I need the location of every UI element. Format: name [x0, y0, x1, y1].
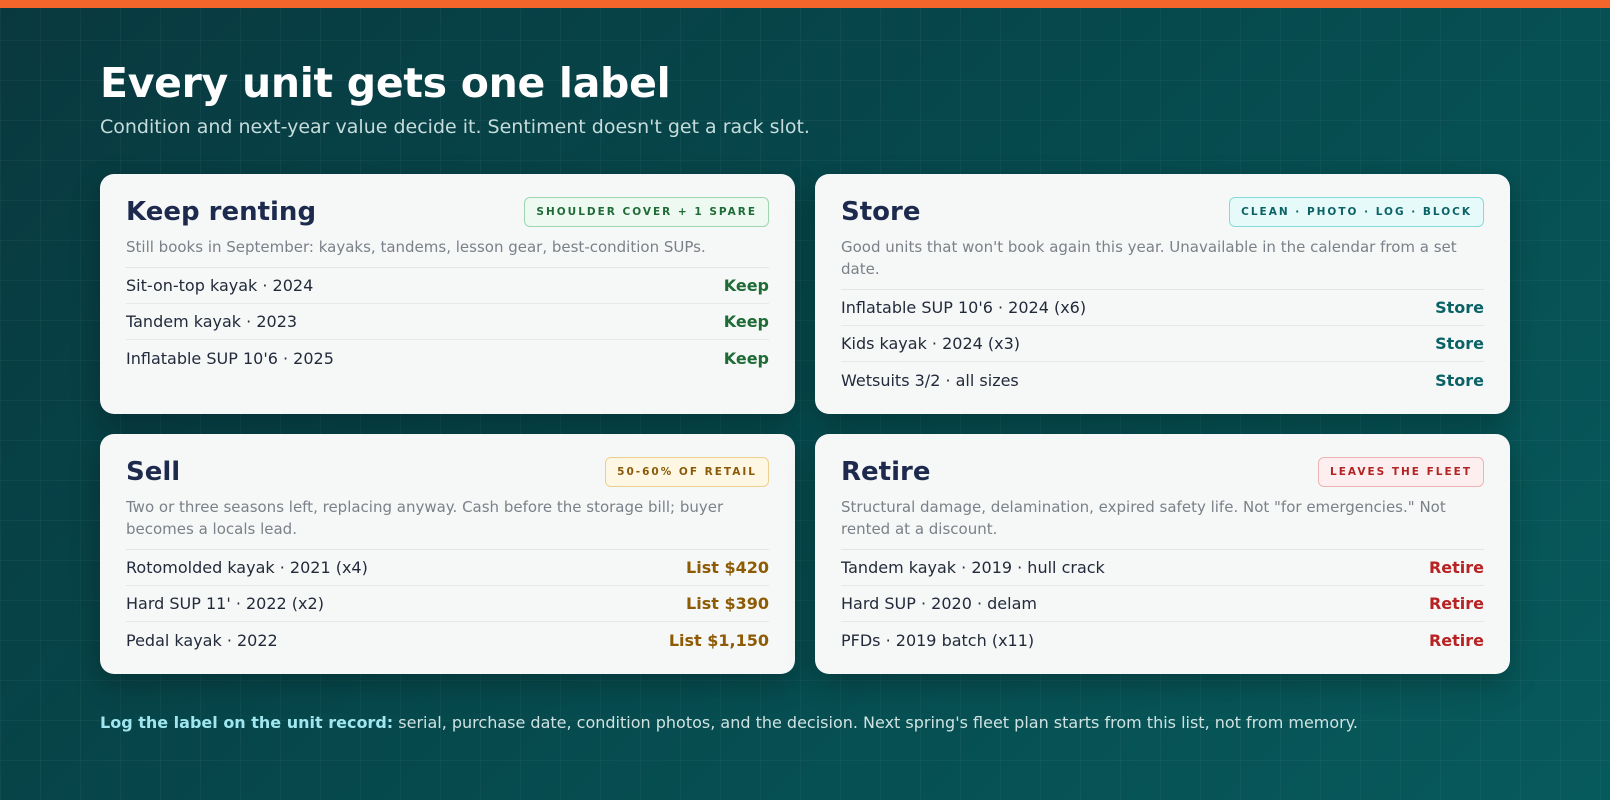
unit-name: Pedal kayak · 2022 — [126, 630, 278, 650]
footer-lead: Log the label on the unit record: — [100, 713, 394, 732]
unit-name: Inflatable SUP 10'6 · 2024 (x6) — [841, 298, 1087, 317]
unit-row: Sit-on-top kayak · 2024 Keep — [126, 268, 769, 304]
unit-name: Sit-on-top kayak · 2024 — [126, 276, 314, 295]
card-title: Store — [841, 197, 921, 227]
card-retire: Retire Leaves the fleet Structural damag… — [815, 434, 1510, 674]
card-header: Sell 50-60% of retail — [126, 456, 769, 488]
unit-list: Tandem kayak · 2019 · hull crack Retire … — [841, 550, 1484, 658]
card-tag: Shoulder cover + 1 spare — [524, 197, 769, 227]
page-title: Every unit gets one label — [100, 59, 671, 107]
card-header: Retire Leaves the fleet — [841, 456, 1484, 488]
unit-list: Rotomolded kayak · 2021 (x4) List $420 H… — [126, 550, 769, 658]
footer-text: serial, purchase date, condition photos,… — [393, 713, 1359, 732]
top-accent-bar — [0, 0, 1610, 8]
card-description: Structural damage, delamination, expired… — [841, 496, 1484, 550]
unit-row: Tandem kayak · 2023 Keep — [126, 304, 769, 340]
unit-name: Hard SUP 11' · 2022 (x2) — [126, 594, 324, 613]
unit-row: Kids kayak · 2024 (x3) Store — [841, 326, 1484, 362]
page-subtitle: Condition and next-year value decide it.… — [100, 116, 810, 138]
unit-name: Rotomolded kayak · 2021 (x4) — [126, 558, 368, 577]
unit-verdict: Retire — [1428, 594, 1484, 613]
card-description: Good units that won't book again this ye… — [841, 236, 1484, 290]
unit-row: Hard SUP · 2020 · delam Retire — [841, 586, 1484, 622]
unit-row: Rotomolded kayak · 2021 (x4) List $420 — [126, 550, 769, 586]
unit-name: PFDs · 2019 batch (x11) — [841, 630, 1035, 650]
unit-row: Wetsuits 3/2 · all sizes Store — [841, 362, 1484, 398]
page: Every unit gets one label Condition and … — [100, 58, 1510, 732]
unit-row: Tandem kayak · 2019 · hull crack Retire — [841, 550, 1484, 586]
card-tag: 50-60% of retail — [605, 457, 769, 487]
unit-row: Pedal kayak · 2022 List $1,150 — [126, 622, 769, 658]
unit-price: List $390 — [686, 594, 769, 613]
card-tag: Leaves the fleet — [1318, 457, 1484, 487]
unit-price: List $1,150 — [668, 630, 769, 650]
unit-row: PFDs · 2019 batch (x11) Retire — [841, 622, 1484, 658]
card-keep-renting: Keep renting Shoulder cover + 1 spare St… — [100, 174, 795, 414]
card-header: Keep renting Shoulder cover + 1 spare — [126, 196, 769, 228]
unit-name: Hard SUP · 2020 · delam — [841, 594, 1037, 613]
unit-row: Hard SUP 11' · 2022 (x2) List $390 — [126, 586, 769, 622]
unit-verdict: Retire — [1428, 558, 1484, 577]
unit-verdict: Store — [1435, 334, 1484, 353]
unit-price: List $420 — [686, 558, 769, 577]
unit-verdict: Keep — [723, 276, 769, 295]
card-title: Sell — [126, 457, 181, 487]
card-description: Two or three seasons left, replacing any… — [126, 496, 769, 550]
unit-name: Wetsuits 3/2 · all sizes — [841, 370, 1019, 390]
unit-name: Kids kayak · 2024 (x3) — [841, 334, 1021, 353]
unit-verdict: Keep — [723, 312, 769, 331]
unit-name: Tandem kayak · 2019 · hull crack — [841, 558, 1105, 577]
unit-verdict: Retire — [1428, 630, 1484, 650]
card-title: Keep renting — [126, 197, 317, 227]
unit-row: Inflatable SUP 10'6 · 2025 Keep — [126, 340, 769, 376]
unit-list: Inflatable SUP 10'6 · 2024 (x6) Store Ki… — [841, 290, 1484, 398]
card-description: Still books in September: kayaks, tandem… — [126, 236, 769, 268]
card-header: Store Clean · photo · log · block — [841, 196, 1484, 228]
card-title: Retire — [841, 457, 931, 487]
unit-verdict: Store — [1435, 370, 1484, 390]
unit-verdict: Store — [1435, 298, 1484, 317]
card-store: Store Clean · photo · log · block Good u… — [815, 174, 1510, 414]
footer-note: Log the label on the unit record: serial… — [100, 712, 1358, 734]
card-tag: Clean · photo · log · block — [1229, 197, 1484, 227]
unit-row: Inflatable SUP 10'6 · 2024 (x6) Store — [841, 290, 1484, 326]
unit-name: Tandem kayak · 2023 — [126, 312, 298, 331]
unit-list: Sit-on-top kayak · 2024 Keep Tandem kaya… — [126, 268, 769, 376]
card-sell: Sell 50-60% of retail Two or three seaso… — [100, 434, 795, 674]
unit-verdict: Keep — [723, 348, 769, 368]
unit-name: Inflatable SUP 10'6 · 2025 — [126, 348, 334, 368]
